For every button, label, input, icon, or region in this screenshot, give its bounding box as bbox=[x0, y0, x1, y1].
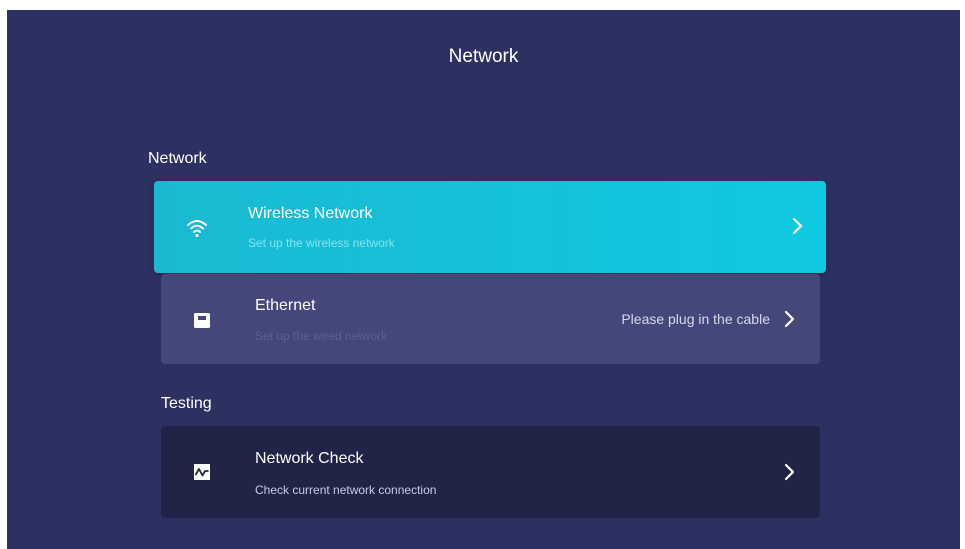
chevron-right-icon bbox=[778, 308, 800, 330]
ethernet-status: Please plug in the cable bbox=[621, 311, 770, 327]
ethernet-subtitle: Set up the wired network bbox=[255, 329, 388, 343]
wireless-network-subtitle: Set up the wireless network bbox=[248, 236, 395, 250]
network-check-icon bbox=[191, 461, 213, 483]
ethernet-item[interactable]: Ethernet Set up the wired network Please… bbox=[161, 274, 820, 364]
ethernet-icon bbox=[191, 309, 213, 331]
network-check-title: Network Check bbox=[255, 450, 364, 467]
chevron-right-icon bbox=[786, 215, 808, 237]
wifi-icon bbox=[186, 217, 208, 239]
wireless-network-item[interactable]: Wireless Network Set up the wireless net… bbox=[154, 181, 826, 273]
section-label-testing: Testing bbox=[161, 395, 212, 412]
page-title: Network bbox=[448, 46, 519, 67]
ethernet-title: Ethernet bbox=[255, 297, 316, 314]
chevron-right-icon bbox=[778, 461, 800, 483]
network-check-item[interactable]: Network Check Check current network conn… bbox=[161, 426, 820, 518]
network-settings-screen: Network Network Wireless Network Set up … bbox=[7, 10, 960, 549]
network-check-subtitle: Check current network connection bbox=[255, 483, 437, 497]
section-label-network: Network bbox=[148, 150, 207, 167]
wireless-network-title: Wireless Network bbox=[248, 205, 373, 222]
